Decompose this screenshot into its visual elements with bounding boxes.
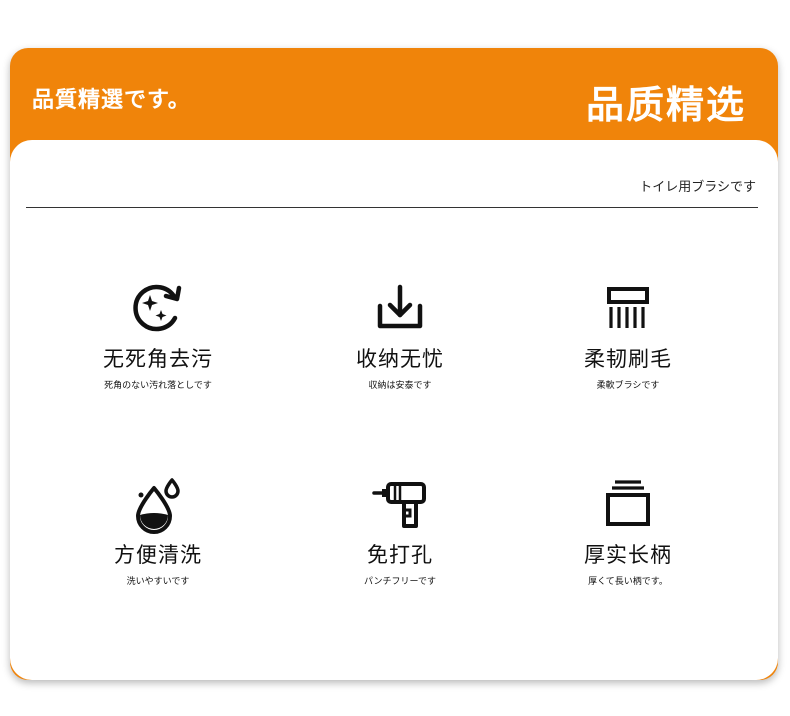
feature-item: 免打孔 パンチフリーです: [290, 474, 510, 587]
feature-subtitle: 厚くて長い柄です。: [588, 577, 668, 587]
header-title: 品质精选: [585, 83, 746, 127]
feature-item: 柔韧刷毛 柔軟ブラシです: [518, 278, 738, 391]
feature-card: 品質精選です。 品质精选 トイレ用ブラシです 无死角去污 死角のない汚れ落としで…: [10, 48, 778, 680]
feature-item: 方便清洗 洗いやすいです: [48, 474, 268, 587]
feature-title: 收纳无忧: [356, 347, 444, 371]
feature-subtitle: 収納は安泰です: [368, 381, 432, 391]
feature-title: 免打孔: [367, 543, 433, 567]
water-drop-icon: [136, 478, 180, 534]
stacked-box-icon: [606, 480, 650, 526]
feature-title: 厚实长柄: [584, 543, 672, 567]
download-tray-icon: [377, 284, 423, 329]
refresh-sparkle-icon: [133, 284, 182, 332]
feature-subtitle: 死角のない汚れ落としです: [104, 381, 212, 391]
feature-item: 收纳无忧 収納は安泰です: [290, 278, 510, 391]
feature-title: 方便清洗: [114, 543, 202, 567]
panel-subtitle: トイレ用ブラシです: [639, 180, 756, 195]
drill-icon: [372, 482, 426, 528]
header-tagline: 品質精選です。: [32, 88, 191, 113]
feature-title: 柔韧刷毛: [584, 347, 672, 371]
feature-item: 厚实长柄 厚くて長い柄です。: [518, 474, 738, 587]
feature-subtitle: パンチフリーです: [364, 577, 436, 587]
content-panel: トイレ用ブラシです 无死角去污 死角のない汚れ落としです 收纳无忧 収納は安泰で…: [10, 140, 778, 680]
brush-bristles-icon: [607, 287, 649, 328]
feature-subtitle: 洗いやすいです: [126, 577, 190, 587]
feature-subtitle: 柔軟ブラシです: [596, 381, 660, 391]
feature-title: 无死角去污: [103, 347, 213, 371]
divider: [26, 207, 758, 208]
feature-item: 无死角去污 死角のない汚れ落としです: [48, 278, 268, 391]
